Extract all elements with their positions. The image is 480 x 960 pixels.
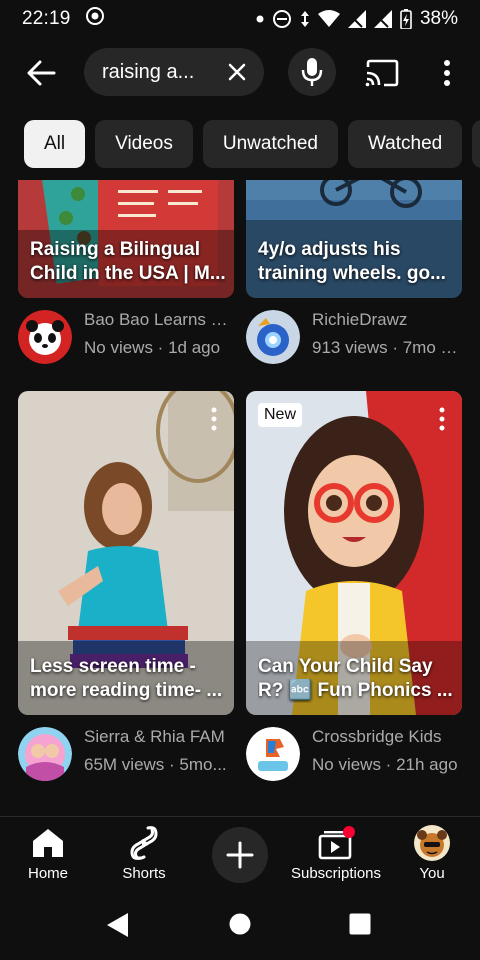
video-title: Less screen time - more reading time- ..…	[30, 656, 223, 701]
system-back-button[interactable]	[106, 912, 130, 943]
nav-home-label: Home	[27, 865, 68, 882]
signal-2-icon	[373, 10, 392, 28]
cast-icon	[365, 59, 399, 87]
channel-name: Crossbridge Kids	[312, 727, 442, 746]
video-title: 4y/o adjusts his training wheels. go...	[258, 239, 446, 284]
video-thumbnail[interactable]: Less screen time - more reading time- ..…	[18, 391, 234, 715]
nav-subscriptions-label: Subscriptions	[290, 865, 382, 882]
video-meta: Sierra & Rhia FAM 65M views · 5mo...	[18, 725, 238, 785]
channel-name: Bao Bao Learns C...	[84, 310, 234, 329]
create-button[interactable]	[212, 827, 268, 883]
channel-avatar[interactable]	[18, 727, 72, 781]
status-bar: 22:19 38%	[0, 0, 480, 38]
data-arrows-icon	[300, 9, 310, 29]
nav-home[interactable]: Home	[0, 825, 98, 887]
home-icon	[32, 825, 64, 861]
battery-percent: 38%	[419, 8, 458, 29]
chip-watched[interactable]: Watched	[347, 120, 463, 168]
screen-record-icon	[85, 6, 105, 32]
recents-square-icon	[349, 913, 371, 935]
video-stats: 913 views · 7mo a...	[312, 338, 462, 357]
cast-button[interactable]	[362, 56, 402, 90]
chip-videos[interactable]: Videos	[95, 120, 193, 168]
microphone-icon	[301, 58, 323, 86]
plus-icon	[226, 841, 254, 869]
chip-all[interactable]: All	[24, 120, 86, 168]
channel-avatar[interactable]	[246, 727, 300, 781]
video-meta: Bao Bao Learns C... No views · 1d ago	[18, 308, 238, 368]
video-meta: RichieDrawz 913 views · 7mo a...	[246, 308, 466, 368]
video-stats: 65M views · 5mo...	[84, 755, 227, 774]
nav-you-label: You	[419, 865, 445, 882]
do-not-disturb-icon	[272, 9, 292, 29]
chip-more[interactable]	[472, 120, 480, 168]
nav-shorts-label: Shorts	[122, 865, 166, 882]
video-stats: No views · 21h ago	[312, 755, 458, 774]
channel-name: RichieDrawz	[312, 310, 408, 329]
system-home-button[interactable]	[229, 913, 251, 940]
back-triangle-icon	[107, 913, 128, 937]
more-vert-icon	[439, 407, 445, 431]
video-thumbnail[interactable]: Raising a Bilingual Child in the USA | M…	[18, 180, 234, 298]
channel-avatar[interactable]	[246, 310, 300, 364]
close-icon	[228, 63, 246, 81]
notification-dot-icon	[256, 15, 264, 23]
nav-shorts[interactable]: Shorts	[94, 825, 194, 887]
system-recents-button[interactable]	[349, 913, 371, 940]
video-thumbnail[interactable]: New Can Your Child Say R? 🔤 Fun Phonics …	[246, 391, 462, 715]
video-meta: Crossbridge Kids No views · 21h ago	[246, 725, 466, 785]
channel-avatar[interactable]	[18, 310, 72, 364]
chip-unwatched[interactable]: Unwatched	[202, 120, 338, 168]
clear-search-button[interactable]	[224, 59, 250, 85]
channel-name: Sierra & Rhia FAM	[84, 727, 225, 746]
profile-avatar	[414, 825, 450, 861]
search-query: raising a...	[102, 60, 195, 83]
video-thumbnail[interactable]: 4y/o adjusts his training wheels. go...	[246, 180, 462, 298]
more-vert-icon	[444, 60, 450, 86]
home-circle-icon	[229, 913, 251, 935]
battery-icon	[400, 9, 412, 29]
nav-subscriptions[interactable]: Subscriptions	[286, 825, 386, 887]
filter-chips: All Videos Unwatched Watched	[24, 120, 480, 168]
shorts-icon	[130, 825, 158, 861]
video-title: Can Your Child Say R? 🔤 Fun Phonics ...	[258, 656, 453, 701]
wifi-icon	[317, 10, 340, 28]
more-vert-icon	[211, 407, 217, 431]
status-time: 22:19	[22, 8, 71, 29]
signal-icon	[347, 10, 366, 28]
video-stats: No views · 1d ago	[84, 338, 221, 357]
more-options-button[interactable]	[432, 56, 462, 90]
nav-you[interactable]: You	[382, 825, 480, 887]
search-input[interactable]: raising a...	[84, 48, 264, 96]
bottom-navigation: Home Shorts Subscriptions You	[0, 816, 480, 890]
video-grid: Raising a Bilingual Child in the USA | M…	[0, 180, 480, 816]
search-header: raising a...	[0, 46, 480, 100]
back-arrow-icon	[27, 60, 56, 86]
video-title: Raising a Bilingual Child in the USA | M…	[30, 239, 226, 284]
subscriptions-icon	[316, 825, 356, 861]
back-button[interactable]	[22, 56, 60, 90]
system-navigation	[0, 890, 480, 960]
new-badge: New	[258, 403, 303, 427]
voice-search-button[interactable]	[288, 48, 336, 96]
